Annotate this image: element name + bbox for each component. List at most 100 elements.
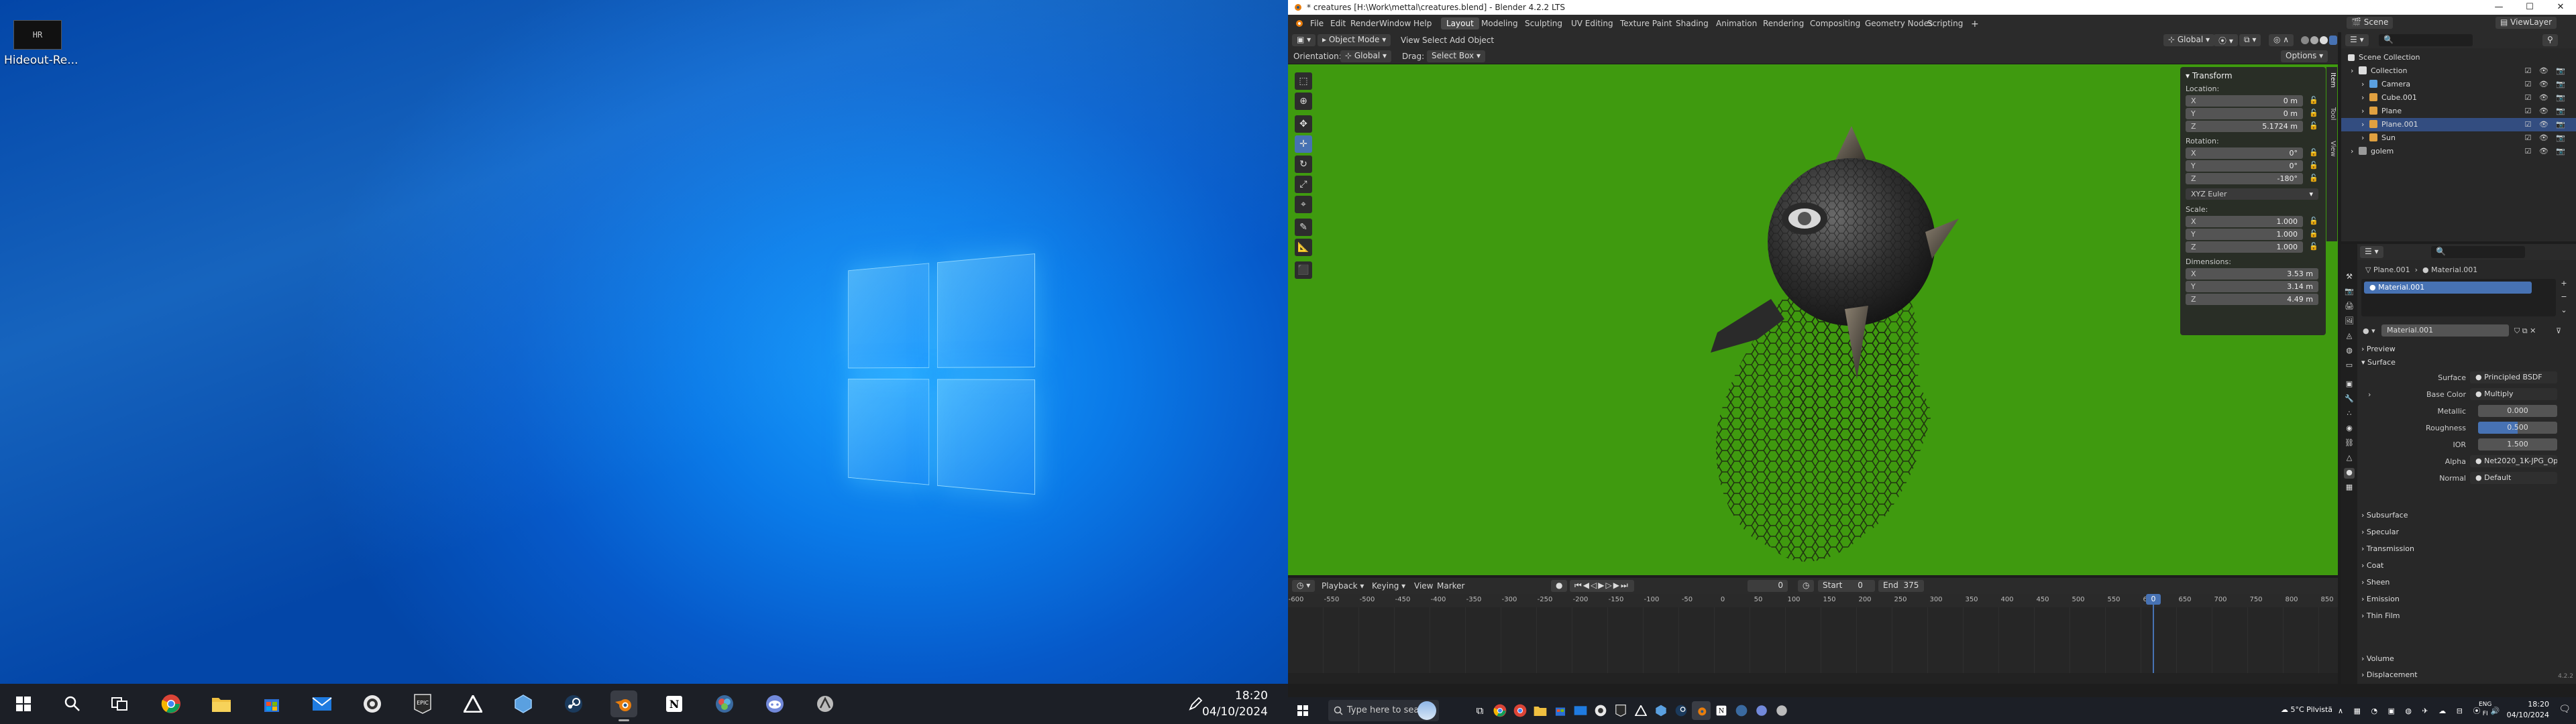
epic-games-icon[interactable] <box>1611 701 1630 720</box>
scene-selector[interactable]: 🎬 Scene <box>2347 17 2394 29</box>
menu-help[interactable]: Help <box>1413 19 1432 28</box>
proportional-edit-toggle[interactable]: ◎ ∧ <box>2269 34 2294 46</box>
dimension-y-field[interactable]: Y 3.14 m <box>2186 281 2318 292</box>
tab-texture-paint[interactable]: Texture Paint <box>1615 17 1677 29</box>
constraints-tab-icon[interactable]: ⛓ <box>2344 438 2355 449</box>
steam-icon[interactable] <box>560 690 587 717</box>
spotify-icon[interactable] <box>359 690 386 717</box>
maximize-button[interactable]: ☐ <box>2514 0 2545 15</box>
add-workspace-button[interactable]: + <box>1966 17 1984 29</box>
material-node-icon[interactable]: ⊽ <box>2556 326 2561 335</box>
material-subsection[interactable]: › Emission <box>2361 595 2400 603</box>
chrome-icon[interactable] <box>1491 701 1509 720</box>
lock-icon[interactable]: 🔓 <box>2309 242 2318 251</box>
properties-editor-type[interactable]: ☰ ▾ <box>2360 246 2383 258</box>
mode-dropdown[interactable]: ▸ Object Mode ▾ <box>1318 34 1391 46</box>
orientation-dropdown[interactable]: ⊹ Global ▾ <box>1340 50 1391 62</box>
properties-search-input[interactable]: 🔍 <box>2431 246 2525 258</box>
search-icon[interactable] <box>59 690 86 717</box>
add-cube-tool-icon[interactable]: ⬛ <box>1295 261 1312 279</box>
material-slot-list[interactable]: ● Material.001 <box>2361 279 2556 316</box>
notification-icon[interactable]: 🗨 <box>2559 704 2571 715</box>
tab-layout[interactable]: Layout <box>1441 17 1479 29</box>
options-dropdown[interactable]: Options ▾ <box>2281 50 2328 62</box>
base-color-field[interactable]: ● Multiply <box>2470 388 2557 400</box>
material-datablock-buttons[interactable]: ⛉ ⧉ ✕ <box>2514 326 2536 336</box>
expand-chevron-icon[interactable]: › <box>2361 107 2364 115</box>
close-button[interactable]: ✕ <box>2545 0 2576 15</box>
affinity-icon[interactable] <box>1631 701 1650 720</box>
timeline-playhead[interactable] <box>2153 594 2154 673</box>
expand-chevron-icon[interactable]: › <box>2361 93 2364 102</box>
transform-orientation-dropdown[interactable]: ⊹ Global ▾ <box>2163 34 2214 46</box>
auto-key-toggle[interactable]: ● <box>1551 580 1568 592</box>
epic-games-icon[interactable]: EPIC <box>409 690 436 717</box>
expand-chevron-icon[interactable]: › <box>2351 66 2353 75</box>
menu-edit[interactable]: Edit <box>1330 19 1346 28</box>
rotation-y-field[interactable]: Y 0° <box>2186 160 2303 172</box>
slot-menu-button[interactable]: ⌄ <box>2559 306 2569 316</box>
tab-shading[interactable]: Shading <box>1670 17 1714 29</box>
alpha-texture-field[interactable]: ● Net2020_1K-JPG_Op... <box>2470 455 2557 467</box>
viewport-menu-select[interactable]: Select <box>1422 36 1447 45</box>
shading-buttons[interactable] <box>2300 34 2337 46</box>
start-frame-field[interactable]: Start 0 <box>1818 580 1875 592</box>
playhead-frame-label[interactable]: 0 <box>2146 594 2161 605</box>
rotation-z-field[interactable]: Z -180° <box>2186 173 2303 184</box>
ior-field[interactable]: 1.500 <box>2478 438 2557 450</box>
microsoft-store-icon[interactable] <box>258 690 285 717</box>
outliner-row[interactable]: › Plane ☑ 👁 📷 <box>2341 105 2576 118</box>
scale-z-field[interactable]: Z 1.000 <box>2186 241 2303 253</box>
normal-field[interactable]: ● Default <box>2470 472 2557 484</box>
blender-taskbar-icon[interactable] <box>1692 701 1711 720</box>
location-z-field[interactable]: Z 5.1724 m <box>2186 121 2303 132</box>
grab-tool-icon[interactable]: ✥ <box>1295 115 1312 133</box>
tab-compositing[interactable]: Compositing <box>1805 17 1866 29</box>
location-x-field[interactable]: X 0 m <box>2186 95 2303 107</box>
editor-type-button[interactable]: ▣ ▾ <box>1292 34 1316 46</box>
outliner-row[interactable]: › Collection ☑ 👁 📷 <box>2341 64 2576 78</box>
material-subsection[interactable]: › Thin Film <box>2361 611 2400 620</box>
cursor-tool-icon[interactable]: ⊕ <box>1295 93 1312 110</box>
task-view-icon[interactable]: ⧉ <box>1470 701 1489 720</box>
menu-file[interactable]: File <box>1310 19 1324 28</box>
section-surface[interactable]: ▾ Surface <box>2361 358 2396 367</box>
preview-range-toggle[interactable]: ◷ <box>1798 580 1815 592</box>
material-subsection[interactable]: › Subsurface <box>2361 511 2408 520</box>
chrome-icon[interactable] <box>158 690 184 717</box>
scene-tab-icon[interactable]: ◬ <box>2344 331 2355 342</box>
add-slot-button[interactable]: + <box>2559 279 2569 290</box>
blender-taskbar-icon[interactable] <box>610 690 637 721</box>
viewlayer-selector[interactable]: ▤ ViewLayer <box>2496 17 2557 29</box>
expand-chevron-icon[interactable]: › <box>2351 147 2353 156</box>
remove-slot-button[interactable]: − <box>2559 292 2569 303</box>
lock-icon[interactable]: 🔓 <box>2309 229 2318 239</box>
viewport-menu-add[interactable]: Add <box>1450 36 1465 45</box>
data-tab-icon[interactable]: △ <box>2344 453 2355 464</box>
tab-animation[interactable]: Animation <box>1711 17 1762 29</box>
discord-icon[interactable] <box>761 690 788 717</box>
davinci-icon[interactable] <box>1732 701 1751 720</box>
material-tab-icon[interactable]: ● <box>2344 468 2355 479</box>
surface-shader-field[interactable]: ● Principled BSDF <box>2470 371 2557 383</box>
lock-icon[interactable]: 🔓 <box>2309 174 2318 183</box>
taskbar-clock[interactable]: 18:20 04/10/2024 <box>1202 688 1268 720</box>
affinity-icon[interactable] <box>460 690 486 717</box>
timeline-editor-type[interactable]: ◷ ▾ <box>1292 580 1316 592</box>
sidebar-tab-view[interactable]: View <box>2327 141 2337 157</box>
discord-icon[interactable] <box>1752 701 1771 720</box>
timeline-menu-marker[interactable]: Marker <box>1437 581 1464 591</box>
metallic-slider[interactable]: 0.000 <box>2478 405 2557 417</box>
lock-icon[interactable]: 🔓 <box>2309 109 2318 118</box>
viewport-menu-object[interactable]: Object <box>1468 36 1494 45</box>
end-frame-field[interactable]: End 375 <box>1878 580 1924 592</box>
scale-tool-icon[interactable]: ⤢ <box>1295 176 1312 193</box>
chrome-profile-icon[interactable] <box>1511 701 1529 720</box>
qt-app-icon[interactable] <box>1652 701 1670 720</box>
snap-toggle[interactable]: ⧉ ▾ <box>2239 34 2261 46</box>
microsoft-store-icon[interactable] <box>1551 701 1570 720</box>
mail-icon[interactable] <box>309 690 335 717</box>
modifier-tab-icon[interactable]: 🔧 <box>2344 394 2355 405</box>
mail-icon[interactable] <box>1571 701 1590 720</box>
file-explorer-icon[interactable] <box>1531 701 1550 720</box>
